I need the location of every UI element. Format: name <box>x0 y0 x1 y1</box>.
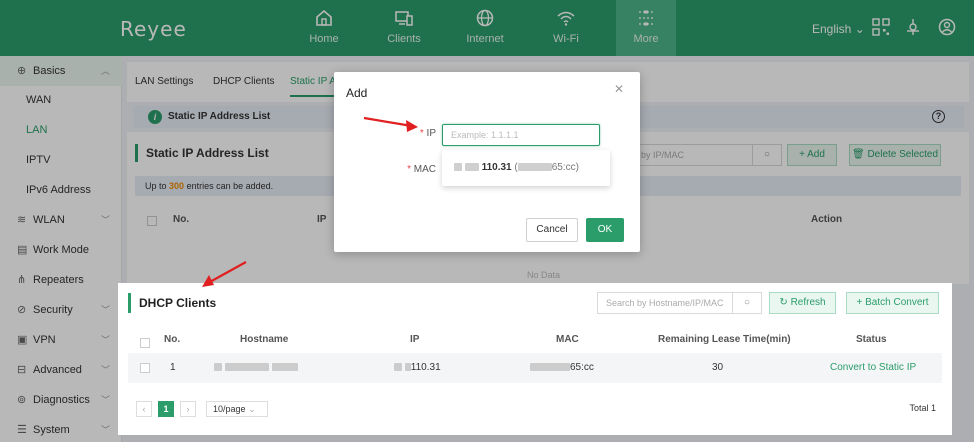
hostname-cell <box>214 353 298 383</box>
convert-to-static-link[interactable]: Convert to Static IP <box>830 353 916 383</box>
table-row: 1 110.31 65:cc 30 Convert to Static IP <box>128 353 942 383</box>
page-1-button[interactable]: 1 <box>158 401 174 417</box>
select-all-checkbox[interactable] <box>140 338 150 348</box>
mac-suggestion-dropdown[interactable]: 110.31 (65:cc) <box>442 150 610 186</box>
annotation-arrow-dhcp <box>202 261 247 287</box>
per-page-select[interactable]: 10/page ⌄ <box>206 401 268 417</box>
blurred-text <box>271 363 298 372</box>
chevron-down-icon: ⌄ <box>248 404 256 414</box>
next-page-button[interactable]: › <box>180 401 196 417</box>
ip-input[interactable]: Example: 1.1.1.1 <box>442 124 600 146</box>
ip-cell: 110.31 <box>394 353 441 383</box>
batch-convert-button[interactable]: + Batch Convert <box>846 292 939 314</box>
dhcp-table-header: No. Hostname IP MAC Remaining Lease Time… <box>128 329 942 351</box>
mac-cell: 65:cc <box>530 353 594 383</box>
refresh-button[interactable]: ↻ Refresh <box>769 292 836 314</box>
total-count: Total 1 <box>909 403 936 413</box>
dhcp-search-input[interactable]: Search by Hostname/IP/MAC <box>597 292 733 314</box>
dhcp-panel-title: DHCP Clients <box>128 293 216 313</box>
prev-page-button[interactable]: ‹ <box>136 401 152 417</box>
blurred-text <box>214 363 222 372</box>
dhcp-clients-panel: DHCP Clients Search by Hostname/IP/MAC ○… <box>118 283 952 435</box>
cancel-button[interactable]: Cancel <box>526 218 578 242</box>
annotation-arrow-ip <box>363 116 418 132</box>
blurred-text <box>224 363 269 372</box>
refresh-icon: ↻ <box>779 297 788 308</box>
close-icon[interactable]: ✕ <box>614 82 624 96</box>
row-checkbox[interactable] <box>140 363 150 373</box>
search-icon[interactable]: ○ <box>732 292 762 314</box>
add-modal: Add ✕ * IP Example: 1.1.1.1 * MAC 110.31… <box>334 72 640 252</box>
modal-title: Add <box>346 86 368 100</box>
blurred-text <box>464 163 479 172</box>
ok-button[interactable]: OK <box>586 218 624 242</box>
blurred-text <box>517 163 552 172</box>
mac-label: * MAC <box>407 164 436 175</box>
blurred-text <box>454 163 462 172</box>
